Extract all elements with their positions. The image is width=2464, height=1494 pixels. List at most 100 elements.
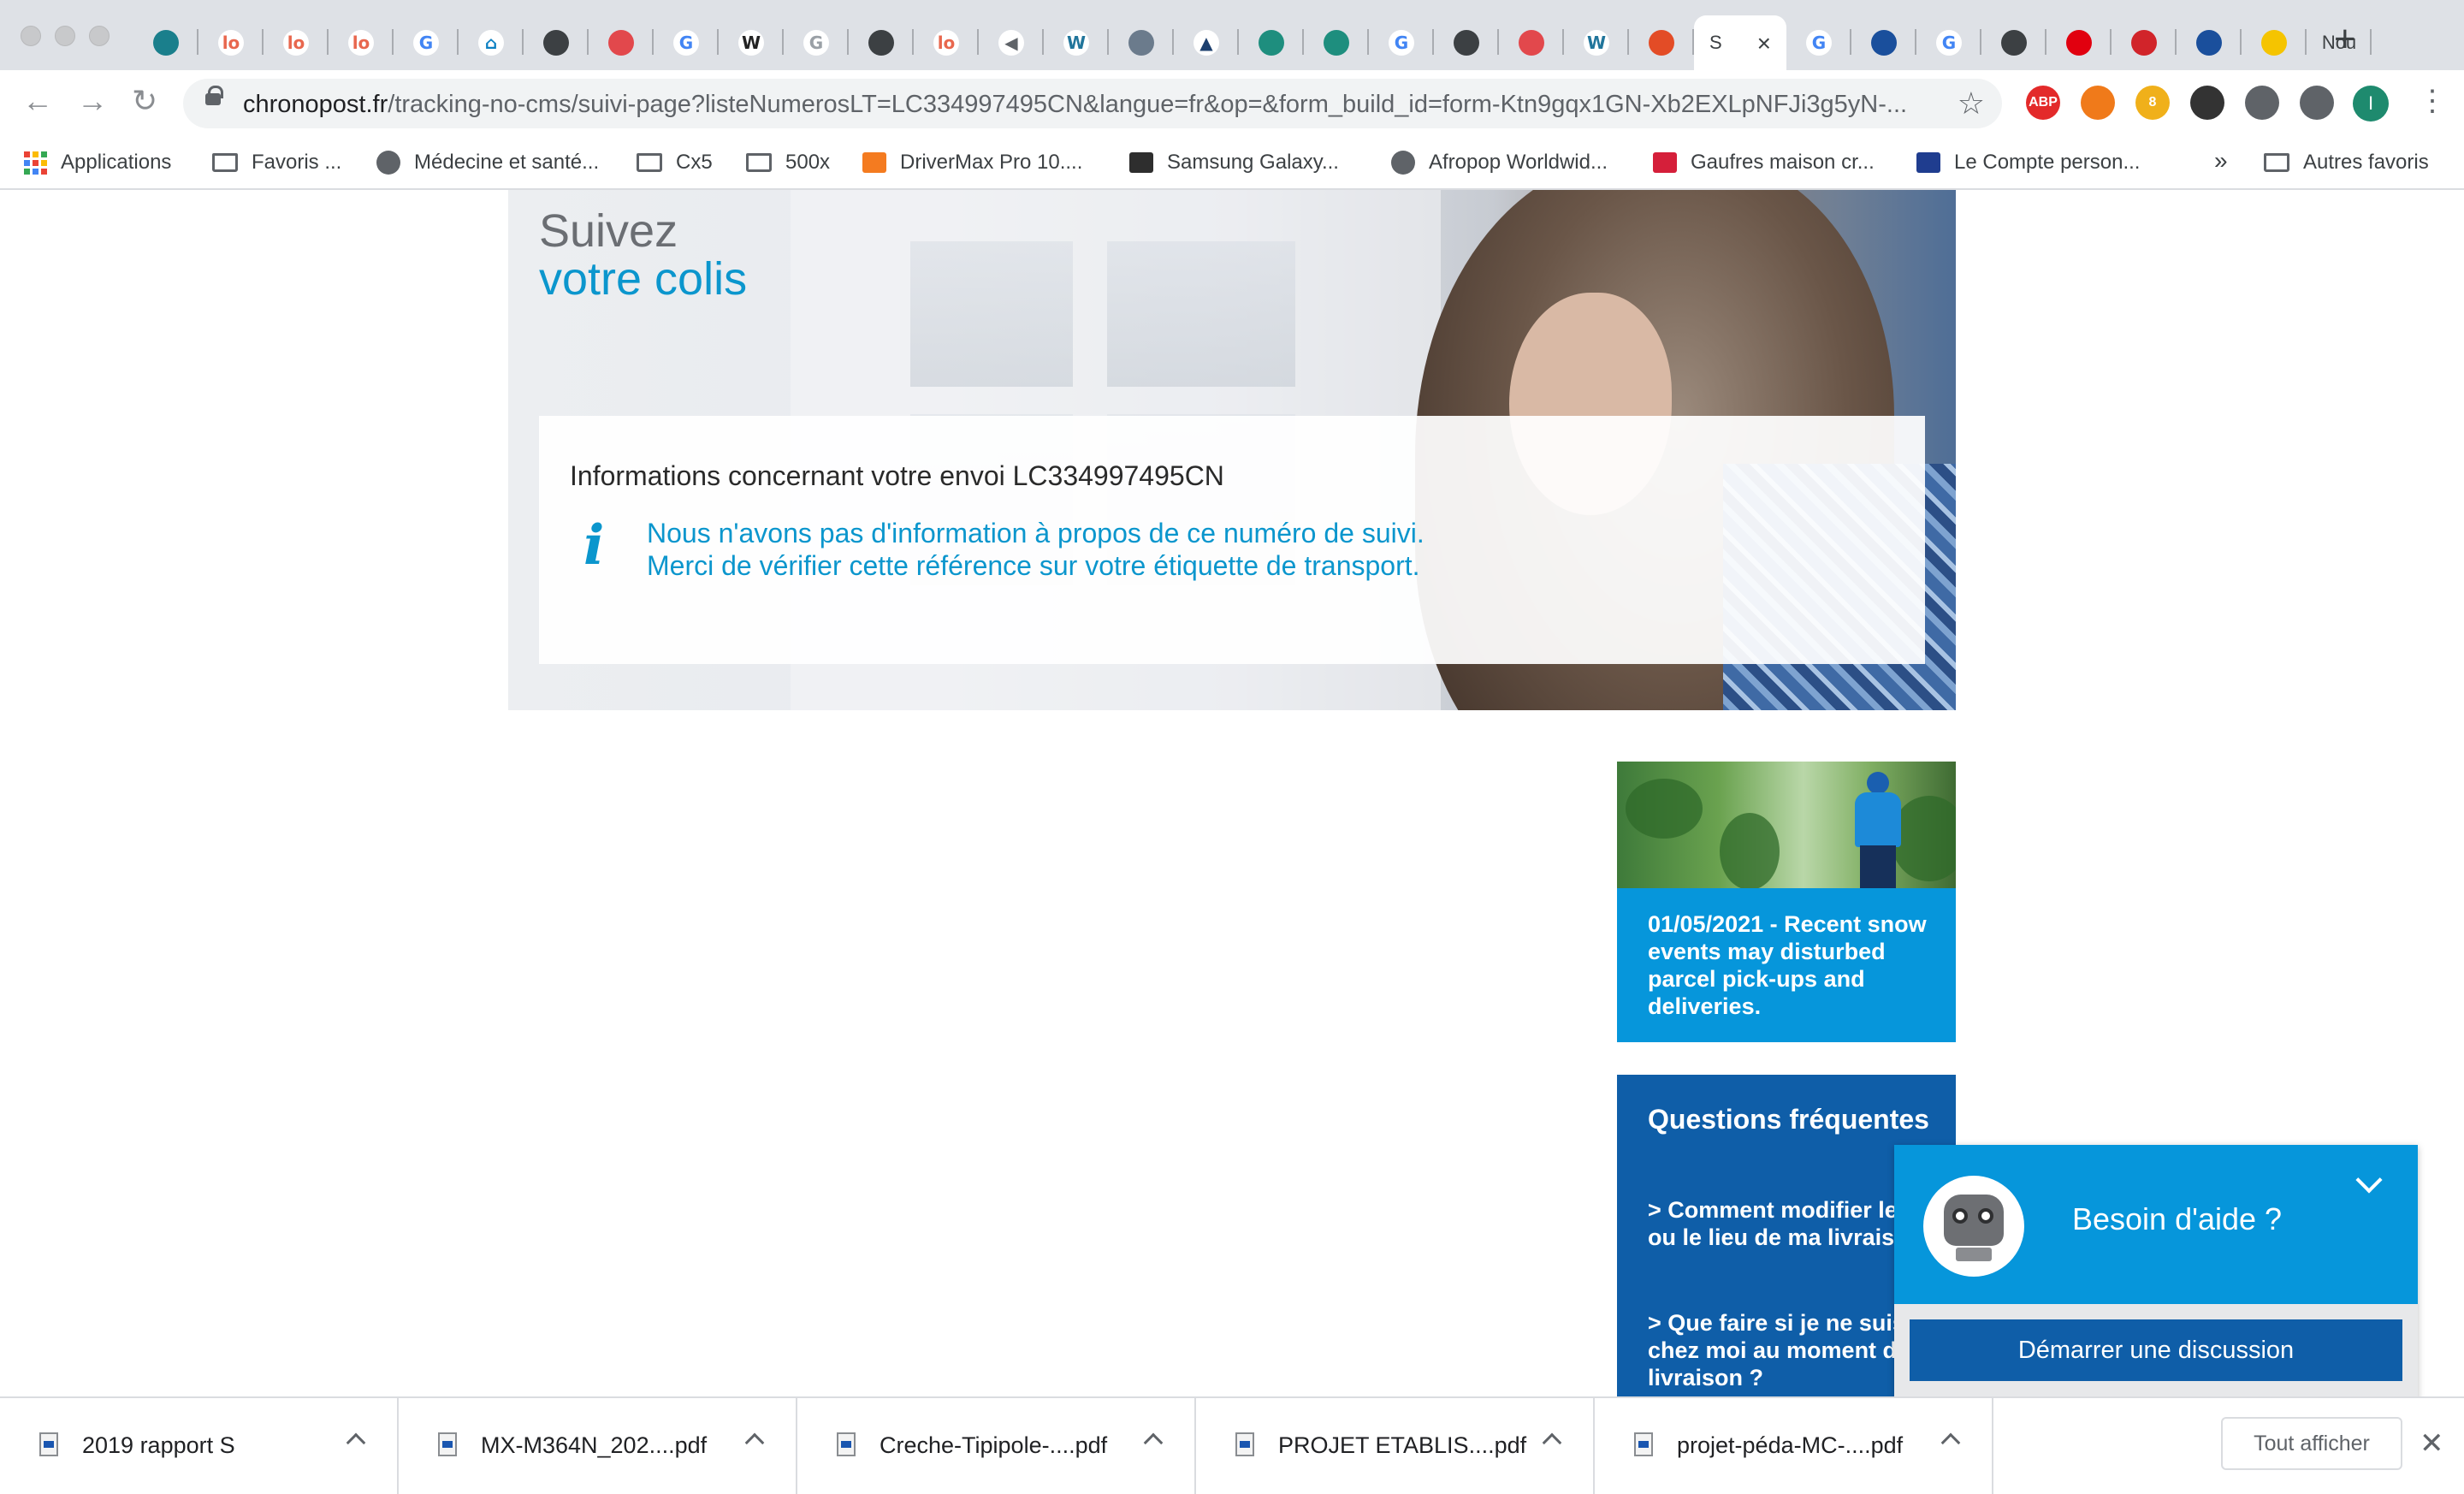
bookmark-item[interactable]: DriverMax Pro 10.... [862,145,1082,180]
profile-avatar[interactable]: I [2353,86,2389,122]
bookmark-item[interactable]: Afropop Worldwid... [1391,145,1608,180]
start-chat-button[interactable]: Démarrer une discussion [1910,1319,2402,1381]
browser-tab[interactable]: G [654,15,719,70]
bookmark-item[interactable]: Gaufres maison cr... [1653,145,1875,180]
browser-tab[interactable] [849,15,914,70]
browser-tab[interactable] [1109,15,1174,70]
browser-tab[interactable]: G [1916,15,1981,70]
news-card[interactable]: 01/05/2021 - Recent snow events may dist… [1617,762,1956,1042]
window-close-button[interactable] [21,26,41,46]
download-item[interactable]: 2019 rapport S [0,1398,399,1494]
browser-tab[interactable] [524,15,589,70]
chevron-up-icon[interactable] [1143,1432,1164,1453]
chevron-up-icon[interactable] [1940,1432,1961,1453]
browser-tab[interactable]: ⌂ [459,15,524,70]
window-maximize-button[interactable] [89,26,110,46]
other-bookmarks-label: Autres favoris [2303,151,2429,174]
chevron-up-icon[interactable] [1542,1432,1562,1453]
bookmark-label: Cx5 [676,151,713,174]
puzzle-icon[interactable] [2245,86,2279,120]
playlist-icon[interactable] [2300,86,2334,120]
chat-header[interactable]: Besoin d'aide ? [1894,1145,2418,1304]
bookmark-item[interactable]: Médecine et santé... [376,145,599,180]
wordpress-icon: W [1584,30,1609,56]
browser-tab[interactable]: G [784,15,849,70]
chat-title: Besoin d'aide ? [2072,1201,2283,1236]
fire-icon[interactable] [2081,86,2115,120]
chevron-up-icon[interactable] [346,1432,366,1453]
browser-tab[interactable] [2046,15,2112,70]
tracking-info-heading: Informations concernant votre envoi LC33… [570,460,1224,491]
close-download-shelf-button[interactable]: ✕ [2420,1429,2444,1458]
bookmark-item[interactable]: Favoris ... [212,145,341,180]
google-icon: G [803,30,829,56]
tele-icon [2131,30,2157,56]
download-item[interactable]: projet-péda-MC-....pdf [1595,1398,1993,1494]
window-minimize-button[interactable] [55,26,75,46]
browser-tab[interactable] [1981,15,2046,70]
url-text[interactable]: chronopost.fr/tracking-no-cms/suivi-page… [243,91,1907,119]
browser-tab[interactable] [133,15,198,70]
lo-icon: lo [283,30,309,56]
address-bar[interactable]: chronopost.fr/tracking-no-cms/suivi-page… [183,79,2002,128]
browser-tab[interactable] [1629,15,1694,70]
browser-tab[interactable]: G [1369,15,1434,70]
browser-tab[interactable] [2242,15,2307,70]
bookmark-item[interactable]: Samsung Galaxy... [1129,145,1339,180]
browser-tab[interactable]: ◀ [979,15,1044,70]
browser-tab[interactable]: W [1044,15,1109,70]
browser-tab[interactable]: lo [914,15,979,70]
browser-tab[interactable]: G [1786,15,1851,70]
bookmark-item[interactable]: Cx5 [637,145,713,180]
lo-icon: lo [348,30,374,56]
download-item[interactable]: Creche-Tipipole-....pdf [797,1398,1196,1494]
browser-tab[interactable] [1851,15,1916,70]
hero-photo-pane [1107,241,1295,387]
bookmark-item[interactable]: Le Compte person... [1916,145,2140,180]
download-shelf: 2019 rapport S MX-M364N_202....pdf Creche-… [0,1396,2464,1494]
browser-tab[interactable]: lo [198,15,264,70]
browser-tab[interactable] [1239,15,1304,70]
badge-icon[interactable]: 8 [2135,86,2170,120]
browser-tab[interactable]: G [394,15,459,70]
new-tab-button[interactable]: + [2334,21,2356,58]
lock-icon[interactable] [205,86,223,105]
browser-tab[interactable]: lo [329,15,394,70]
bookmark-item[interactable]: 500x [746,145,830,180]
orange-square-icon [862,152,886,173]
browser-tab[interactable] [2112,15,2177,70]
browser-tab[interactable]: ▲ [1174,15,1239,70]
browser-tab[interactable] [589,15,654,70]
chevron-up-icon[interactable] [744,1432,765,1453]
download-item[interactable]: PROJET ETABLIS....pdf [1196,1398,1595,1494]
close-icon[interactable]: × [1757,30,1771,57]
reload-button[interactable]: ↻ [132,84,157,118]
forward-button[interactable]: → [77,84,108,118]
show-all-downloads-button[interactable]: Tout afficher [2221,1417,2402,1470]
news-text[interactable]: 01/05/2021 - Recent snow events may dist… [1648,910,1930,1020]
ball-icon [2196,30,2222,56]
google-icon: G [1936,30,1962,56]
bookmarks-overflow-button[interactable]: » [2214,147,2228,175]
chevron-down-icon[interactable] [2355,1166,2383,1194]
browser-tab[interactable]: W [719,15,784,70]
browser-tab[interactable] [1499,15,1564,70]
news-photo-delivery-worker [1617,762,1956,888]
pen-icon[interactable] [2190,86,2224,120]
bookmark-star-icon[interactable]: ☆ [1958,86,1985,122]
laposte-icon [2261,30,2287,56]
browser-tab-active[interactable]: S × [1694,15,1786,70]
back-button[interactable]: ← [22,84,53,118]
browser-tab[interactable]: lo [264,15,329,70]
browser-tab[interactable] [1304,15,1369,70]
bookmark-item[interactable]: Applications [24,145,171,180]
image-icon [1128,30,1154,56]
browser-tab[interactable]: W [1564,15,1629,70]
download-filename: PROJET ETABLIS....pdf [1278,1432,1527,1458]
browser-menu-icon[interactable]: ⋮ [2418,84,2447,118]
browser-tab[interactable] [1434,15,1499,70]
other-bookmarks-folder[interactable]: Autres favoris [2264,145,2429,180]
browser-tab[interactable] [2177,15,2242,70]
adblock-icon[interactable]: ABP [2026,86,2060,120]
download-item[interactable]: MX-M364N_202....pdf [399,1398,797,1494]
